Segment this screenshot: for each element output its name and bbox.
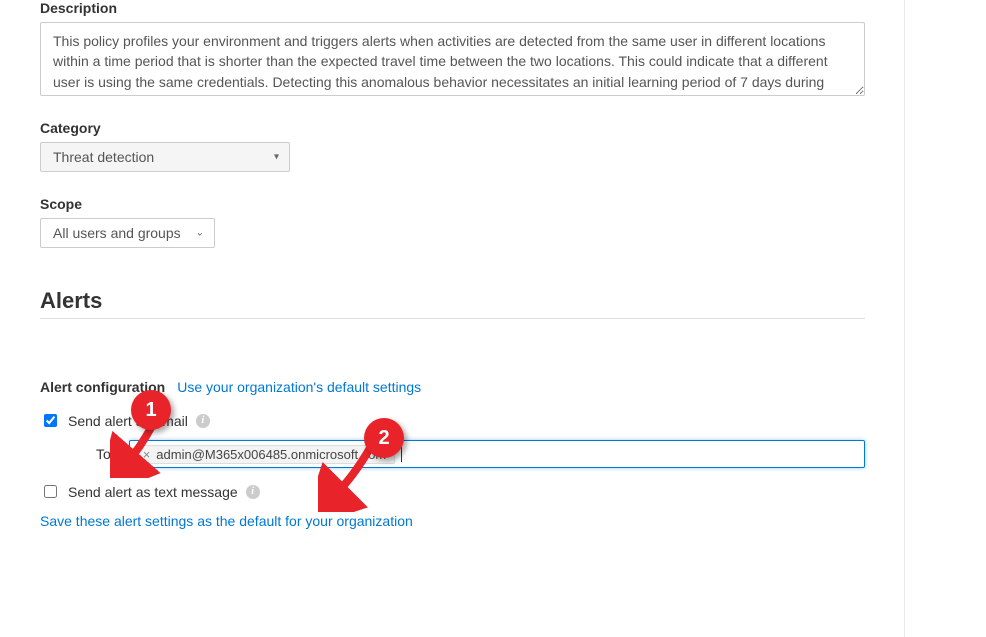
send-text-label[interactable]: Send alert as text message <box>68 484 238 500</box>
send-email-checkbox[interactable] <box>44 414 57 427</box>
send-text-checkbox[interactable] <box>44 485 57 498</box>
scope-selected-value: All users and groups <box>53 225 181 241</box>
caret-down-icon: ▾ <box>274 152 279 163</box>
scope-field: Scope All users and groups ⌄ <box>40 196 865 248</box>
description-text: This policy profiles your environment an… <box>53 33 828 96</box>
description-textarea[interactable]: This policy profiles your environment an… <box>40 22 865 96</box>
save-defaults-row: Save these alert settings as the default… <box>40 513 865 529</box>
email-to-row: To: × admin@M365x006485.onmicrosoft.com <box>96 440 865 468</box>
alert-config-row: Alert configuration Use your organizatio… <box>40 379 865 395</box>
scope-label: Scope <box>40 196 865 212</box>
description-label: Description <box>40 0 865 16</box>
alerts-divider <box>40 318 865 319</box>
scope-select[interactable]: All users and groups ⌄ <box>40 218 215 248</box>
category-selected-value: Threat detection <box>53 149 154 165</box>
text-cursor <box>401 446 402 462</box>
alerts-heading: Alerts <box>40 288 865 314</box>
annotation-badge-2: 2 <box>364 418 404 458</box>
category-select[interactable]: Threat detection ▾ <box>40 142 290 172</box>
right-gutter <box>904 0 986 637</box>
info-icon[interactable]: i <box>246 485 260 499</box>
use-defaults-link[interactable]: Use your organization's default settings <box>177 379 421 395</box>
category-label: Category <box>40 120 865 136</box>
send-text-row: Send alert as text message i <box>40 482 865 501</box>
info-icon[interactable]: i <box>196 414 210 428</box>
email-recipients-input[interactable]: × admin@M365x006485.onmicrosoft.com <box>129 440 865 468</box>
category-field: Category Threat detection ▾ <box>40 120 865 172</box>
save-defaults-link[interactable]: Save these alert settings as the default… <box>40 513 413 529</box>
annotation-badge-1: 1 <box>131 390 171 430</box>
chevron-down-icon: ⌄ <box>196 228 204 239</box>
description-field: Description This policy profiles your en… <box>40 0 865 96</box>
